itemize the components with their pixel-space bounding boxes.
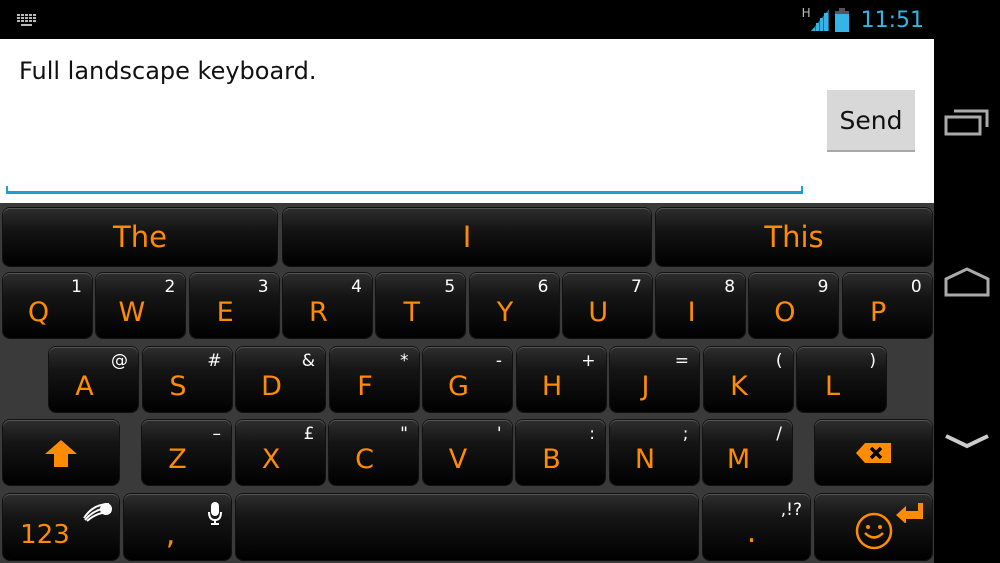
key-sub-label: : bbox=[589, 424, 595, 444]
key-sub-label: & bbox=[301, 351, 315, 371]
suggestion-3[interactable]: This bbox=[656, 208, 932, 266]
keyboard-icon bbox=[17, 14, 36, 26]
key-label: W bbox=[118, 297, 146, 328]
key-l[interactable]: L) bbox=[797, 347, 886, 412]
key-sub-label: ' bbox=[496, 424, 502, 444]
period-label: . bbox=[746, 515, 757, 550]
key-sub-label: £ bbox=[303, 424, 315, 444]
key-label: V bbox=[448, 444, 468, 475]
key-sub-label: 3 bbox=[257, 277, 269, 297]
clock: 11:51 bbox=[860, 7, 924, 33]
key-label: P bbox=[870, 297, 887, 328]
enter-icon bbox=[896, 503, 923, 523]
key-label: T bbox=[403, 297, 420, 328]
recent-apps-button[interactable] bbox=[934, 92, 1000, 152]
key-label: I bbox=[687, 297, 696, 328]
keyboard: The I This Q 1 W 2 E 3 R 4 T 5 Y 6 U 7 I 8 O 9 P 0 A @ S # D & F * G… bbox=[0, 203, 934, 563]
home-icon bbox=[944, 267, 990, 297]
key-sub-label: + bbox=[581, 351, 596, 371]
navigation-bar bbox=[934, 39, 1000, 563]
key-label: S bbox=[169, 371, 187, 402]
compose-area: Full landscape keyboard. Send bbox=[0, 39, 934, 203]
home-button[interactable] bbox=[934, 252, 1000, 312]
numbers-key[interactable]: 123 bbox=[3, 494, 119, 560]
message-input[interactable]: Full landscape keyboard. bbox=[19, 57, 316, 85]
key-sub-label: 5 bbox=[444, 277, 456, 297]
key-sub-label: " bbox=[400, 424, 408, 444]
recent-apps-icon bbox=[944, 109, 989, 136]
swiftkey-logo-icon bbox=[83, 503, 112, 522]
key-label: O bbox=[774, 297, 796, 328]
key-sub-label: @ bbox=[111, 351, 128, 371]
period-sub-label: ,!? bbox=[780, 500, 802, 520]
key-sub-label: 2 bbox=[164, 277, 176, 297]
key-sub-label: 8 bbox=[724, 277, 736, 297]
key-label: Y bbox=[496, 297, 514, 328]
suggestion-2[interactable]: I bbox=[283, 208, 651, 266]
numbers-label: 123 bbox=[20, 520, 70, 550]
key-label: M bbox=[726, 444, 751, 475]
key-sub-label: / bbox=[776, 424, 782, 444]
suggestion-1[interactable]: The bbox=[3, 208, 277, 266]
key-sub-label: 4 bbox=[351, 277, 362, 297]
key-label: J bbox=[641, 371, 650, 402]
key-sub-label: * bbox=[400, 351, 409, 371]
key-label: X bbox=[261, 444, 281, 475]
back-chevron-icon bbox=[945, 434, 989, 449]
key-m[interactable]: M / bbox=[703, 420, 792, 485]
key-label: D bbox=[261, 371, 282, 402]
key-sub-label: 7 bbox=[630, 277, 642, 297]
key-label: Z bbox=[168, 444, 187, 475]
key-sub-label: ) bbox=[869, 351, 876, 371]
input-underline bbox=[6, 186, 803, 194]
key-sub-label: ( bbox=[775, 351, 783, 371]
comma-key[interactable]: , bbox=[124, 494, 231, 560]
status-bar: H 11:51 bbox=[0, 0, 1000, 39]
period-key[interactable]: . ,!? bbox=[703, 494, 810, 560]
key-label: L bbox=[824, 371, 841, 402]
backspace-key[interactable] bbox=[815, 420, 932, 485]
send-button[interactable]: Send bbox=[827, 90, 915, 152]
key-sub-label: 9 bbox=[817, 277, 829, 297]
key-sub-label: ; bbox=[682, 424, 689, 444]
emoji-enter-key[interactable] bbox=[815, 494, 932, 560]
key-label: N bbox=[634, 444, 656, 475]
key-label: C bbox=[355, 444, 374, 475]
network-type-indicator: H bbox=[801, 6, 811, 20]
back-button[interactable] bbox=[934, 412, 1000, 472]
key-sub-label: 6 bbox=[537, 277, 549, 297]
microphone-icon bbox=[208, 502, 222, 525]
key-sub-label: 0 bbox=[910, 277, 922, 297]
key-label: R bbox=[309, 297, 328, 328]
key-label: E bbox=[216, 297, 234, 328]
key-sub-label: # bbox=[207, 351, 222, 371]
key-sub-label: = bbox=[674, 351, 689, 371]
key-sub-label: – bbox=[212, 424, 222, 444]
key-p[interactable]: P0 bbox=[842, 273, 932, 338]
signal-icon bbox=[810, 9, 829, 31]
smiley-icon bbox=[855, 512, 893, 550]
shift-key[interactable] bbox=[3, 420, 119, 485]
key-label: H bbox=[541, 371, 563, 402]
key-label: A bbox=[75, 371, 94, 402]
key-sub-label: 1 bbox=[71, 277, 82, 297]
battery-icon bbox=[834, 8, 849, 32]
key-label: U bbox=[588, 297, 609, 328]
key-label: F bbox=[357, 371, 373, 402]
key-label: B bbox=[542, 444, 561, 475]
key-sub-label: - bbox=[495, 351, 502, 371]
space-key[interactable] bbox=[236, 494, 698, 560]
shift-arrow-icon bbox=[45, 439, 77, 467]
backspace-icon bbox=[855, 442, 891, 463]
key-label: G bbox=[448, 371, 469, 402]
key-label: K bbox=[730, 371, 748, 402]
